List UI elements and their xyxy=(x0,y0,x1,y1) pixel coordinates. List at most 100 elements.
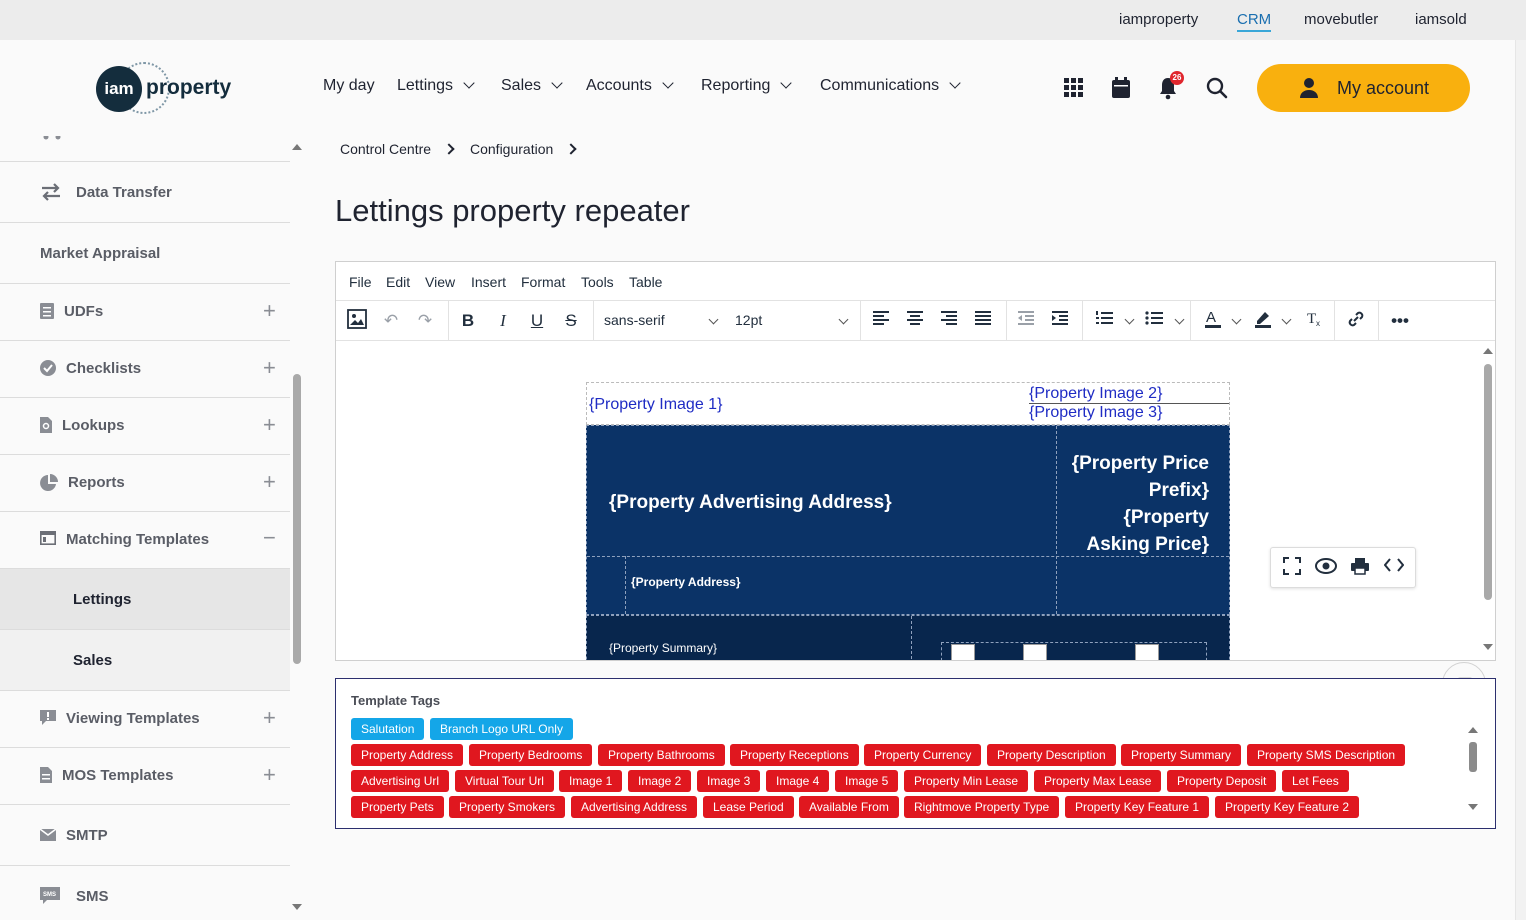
menu-view[interactable]: View xyxy=(425,274,455,290)
editor-scrollbar[interactable] xyxy=(1481,342,1495,660)
sidebar-item-reports[interactable]: Reports + xyxy=(0,455,290,512)
apps-grid-icon[interactable] xyxy=(1062,76,1086,100)
indent-icon[interactable] xyxy=(1049,309,1073,333)
template-tag[interactable]: Advertising Address xyxy=(571,796,698,818)
clear-formatting-icon[interactable]: Tx xyxy=(1302,309,1326,333)
plus-icon[interactable]: + xyxy=(263,705,276,731)
template-tag[interactable]: Property Smokers xyxy=(449,796,566,818)
template-tag[interactable]: Image 5 xyxy=(835,770,899,792)
chevron-down-icon[interactable] xyxy=(1174,314,1185,325)
menu-insert[interactable]: Insert xyxy=(471,274,506,290)
text-color-icon[interactable]: A xyxy=(1201,309,1225,333)
sidebar-item-lookups[interactable]: Lookups + xyxy=(0,398,290,455)
sidebar-item-smtp[interactable]: SMTP xyxy=(0,805,290,866)
nav-my-day[interactable]: My day xyxy=(323,77,375,95)
sidebar-item-checklists[interactable]: Checklists + xyxy=(0,341,290,398)
rich-text-editor[interactable]: File Edit View Insert Format Tools Table… xyxy=(335,261,1496,661)
highlight-color-icon[interactable] xyxy=(1251,309,1275,333)
template-tag[interactable]: Property Bedrooms xyxy=(469,744,593,766)
template-tag[interactable]: Image 4 xyxy=(766,770,830,792)
underline-icon[interactable]: U xyxy=(525,309,549,333)
menu-format[interactable]: Format xyxy=(521,274,565,290)
menu-edit[interactable]: Edit xyxy=(386,274,410,290)
sidebar-item-sms[interactable]: SMS SMS xyxy=(0,866,290,920)
template-tag[interactable]: Virtual Tour Url xyxy=(455,770,554,792)
link-iamproperty[interactable]: iamproperty xyxy=(1119,11,1198,28)
align-left-icon[interactable] xyxy=(870,309,894,333)
template-tag[interactable]: Property Deposit xyxy=(1167,770,1277,792)
template-tag[interactable]: Property Key Feature 1 xyxy=(1065,796,1210,818)
source-code-icon[interactable] xyxy=(1382,557,1406,579)
template-tag[interactable]: Lease Period xyxy=(703,796,794,818)
menu-tools[interactable]: Tools xyxy=(581,274,614,290)
logo[interactable]: iam property xyxy=(96,62,236,114)
nav-communications[interactable]: Communications xyxy=(820,77,961,95)
template-tag[interactable]: Rightmove Property Type xyxy=(904,796,1060,818)
scroll-down-icon[interactable] xyxy=(292,904,302,910)
strikethrough-icon[interactable]: S xyxy=(559,309,583,333)
scroll-up-icon[interactable] xyxy=(292,144,302,150)
chevron-down-icon[interactable] xyxy=(1231,314,1242,325)
template-tag[interactable]: Let Fees xyxy=(1282,770,1349,792)
page-scrollbar[interactable] xyxy=(1515,40,1526,920)
undo-icon[interactable]: ↶ xyxy=(379,309,403,333)
bullet-list-icon[interactable] xyxy=(1142,309,1166,333)
nav-accounts[interactable]: Accounts xyxy=(586,77,674,95)
plus-icon[interactable]: + xyxy=(263,412,276,438)
template-tag[interactable]: Property Currency xyxy=(864,744,982,766)
plus-icon[interactable]: + xyxy=(263,298,276,324)
bold-icon[interactable]: B xyxy=(456,309,480,333)
plus-icon[interactable]: + xyxy=(263,469,276,495)
template-tag[interactable]: Property Summary xyxy=(1121,744,1242,766)
menu-table[interactable]: Table xyxy=(629,274,662,290)
template-tag[interactable]: Salutation xyxy=(351,718,425,740)
scrollbar-thumb[interactable] xyxy=(293,374,301,664)
fullscreen-icon[interactable] xyxy=(1280,557,1304,579)
scrollbar-thumb[interactable] xyxy=(1484,364,1492,600)
sidebar-item-market-appraisal[interactable]: Market Appraisal xyxy=(0,223,290,284)
template-tag[interactable]: Image 3 xyxy=(697,770,761,792)
preview-eye-icon[interactable] xyxy=(1314,557,1338,579)
nav-reporting[interactable]: Reporting xyxy=(701,77,793,95)
minus-icon[interactable]: − xyxy=(263,525,276,551)
sidebar-item-lettings[interactable]: Lettings xyxy=(0,569,290,630)
template-tag[interactable]: Property SMS Description xyxy=(1247,744,1406,766)
breadcrumb-configuration[interactable]: Configuration xyxy=(470,141,553,157)
template-tag[interactable]: Property Min Lease xyxy=(904,770,1029,792)
template-tag[interactable]: Property Pets xyxy=(351,796,444,818)
sidebar-item-udfs[interactable]: UDFs + xyxy=(0,284,290,341)
scroll-up-icon[interactable] xyxy=(1468,727,1478,733)
align-center-icon[interactable] xyxy=(904,309,928,333)
template-tag[interactable]: Property Description xyxy=(987,744,1116,766)
nav-sales[interactable]: Sales xyxy=(501,77,563,95)
sidebar-item-partial[interactable] xyxy=(0,136,290,162)
sidebar-item-sales[interactable]: Sales xyxy=(0,630,290,691)
plus-icon[interactable]: + xyxy=(263,762,276,788)
nav-lettings[interactable]: Lettings xyxy=(397,77,475,95)
italic-icon[interactable]: I xyxy=(491,309,515,333)
sidebar-scrollbar[interactable] xyxy=(290,136,304,920)
font-family-select[interactable]: sans-serif xyxy=(604,312,665,328)
link-icon[interactable] xyxy=(1344,309,1368,333)
search-icon[interactable] xyxy=(1205,76,1229,100)
sidebar-item-viewing-templates[interactable]: Viewing Templates + xyxy=(0,691,290,748)
print-icon[interactable] xyxy=(1348,557,1372,579)
sidebar-item-mos-templates[interactable]: MOS Templates + xyxy=(0,748,290,805)
plus-icon[interactable]: + xyxy=(263,355,276,381)
menu-file[interactable]: File xyxy=(349,274,372,290)
template-tag[interactable]: Available From xyxy=(799,796,899,818)
sidebar-item-data-transfer[interactable]: Data Transfer xyxy=(0,162,290,223)
tags-scrollbar[interactable] xyxy=(1466,724,1480,816)
scroll-down-icon[interactable] xyxy=(1483,644,1493,650)
more-icon[interactable]: ••• xyxy=(1388,309,1412,333)
chevron-down-icon[interactable] xyxy=(1124,314,1135,325)
editor-content[interactable]: {Property Image 1} {Property Image 2} {P… xyxy=(336,342,1495,660)
template-tag[interactable]: Property Bathrooms xyxy=(598,744,725,766)
template-tag[interactable]: Property Key Feature 2 xyxy=(1215,796,1360,818)
numbered-list-icon[interactable] xyxy=(1092,309,1116,333)
image-icon[interactable] xyxy=(345,309,369,333)
link-iamsold[interactable]: iamsold xyxy=(1415,11,1467,28)
sidebar-item-matching-templates[interactable]: Matching Templates − xyxy=(0,512,290,569)
scrollbar-thumb[interactable] xyxy=(1469,742,1477,772)
template-tag[interactable]: Property Receptions xyxy=(730,744,859,766)
